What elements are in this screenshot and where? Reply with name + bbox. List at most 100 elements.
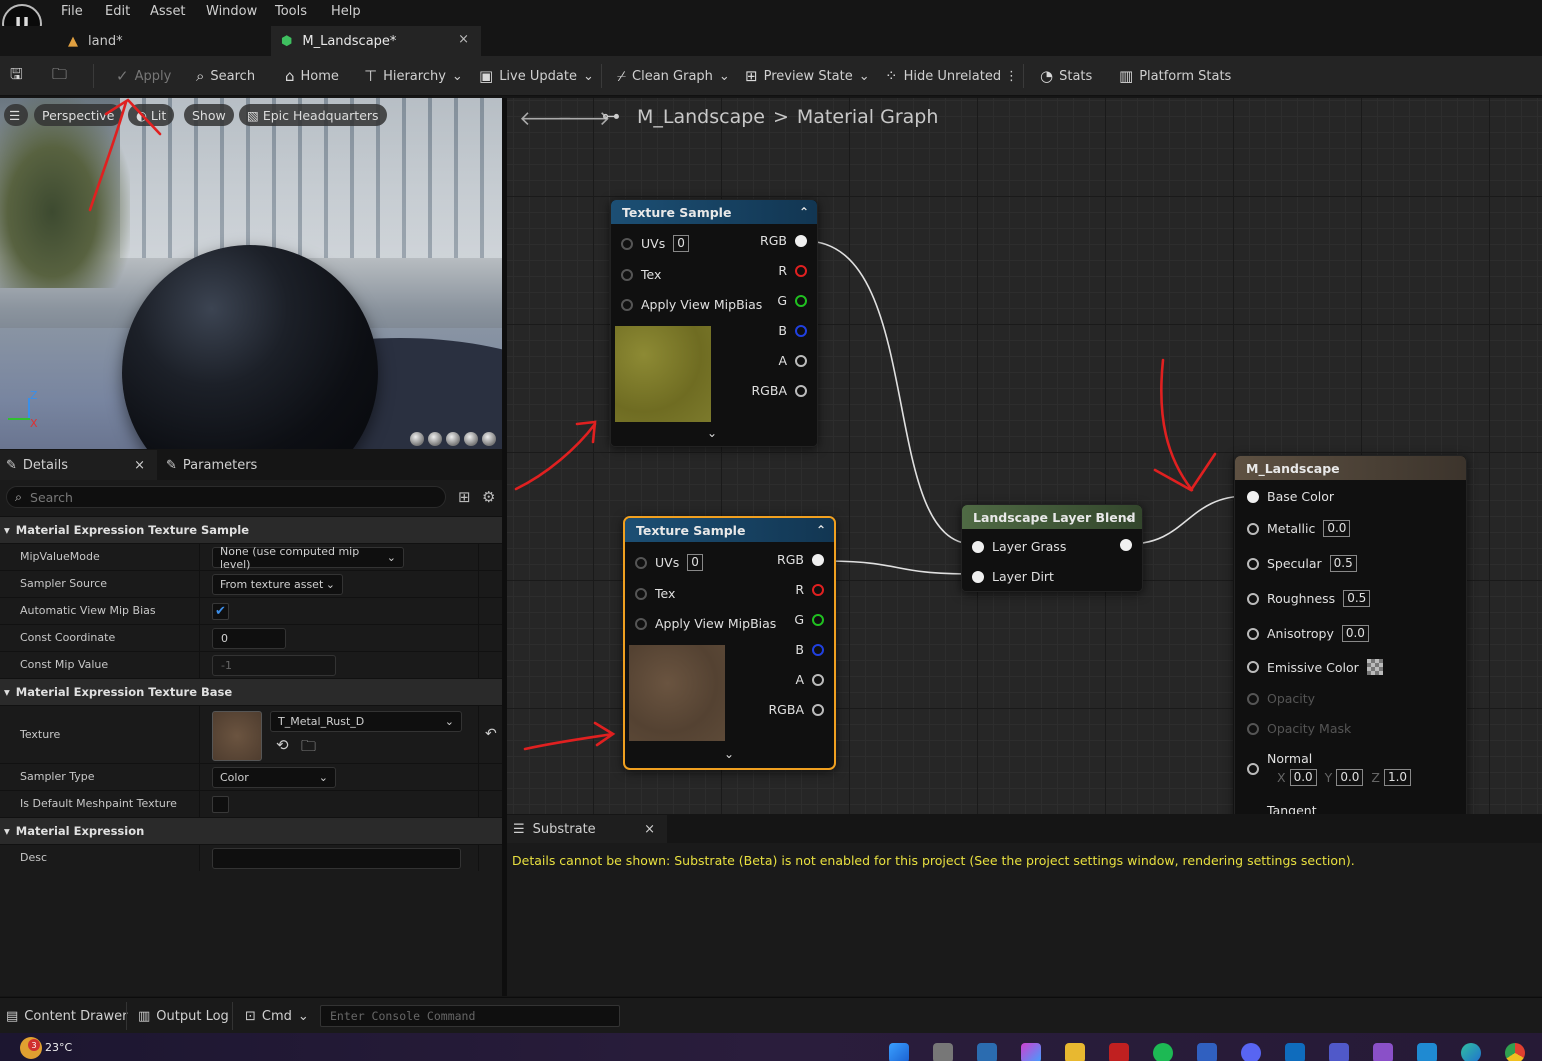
mip-value-mode-combo[interactable]: None (use computed mip level) ⌄ [212,545,404,571]
visual-studio-icon[interactable] [1373,1043,1393,1061]
hide-unrelated-button[interactable]: ⁘ Hide Unrelated [885,56,1001,96]
save-button[interactable]: 🖫 [10,56,23,96]
output-pin-icon[interactable] [812,673,824,686]
input-pin-icon[interactable] [1247,522,1259,535]
pin-apply-view-mipbias[interactable]: Apply View MipBias [635,616,776,631]
pin-tex[interactable]: Tex [635,586,675,601]
out-pin-r[interactable]: R [778,263,807,278]
show-button[interactable]: Show [184,104,234,126]
const-mip-value-input[interactable]: -1 [212,655,336,676]
viewport-options-button[interactable]: ☰ [4,104,28,126]
collapse-caret-icon[interactable]: ⌃ [816,523,826,537]
material-result-node[interactable]: M_Landscape Base Color Metallic 0.0 Specu… [1234,455,1467,814]
out-pin-b[interactable]: B [778,323,807,338]
normal-z-value[interactable]: 1.0 [1383,769,1412,786]
uv-index-value[interactable]: 0 [687,554,703,571]
output-pin-green-icon[interactable] [795,294,807,307]
browse-asset-icon[interactable]: 🗀 [301,736,316,761]
roughness-value[interactable]: 0.5 [1343,590,1371,607]
texture-sample-title[interactable]: Texture Sample ⌃ [611,200,817,224]
menu-window[interactable]: Window [206,4,257,19]
preview-mesh-icon[interactable] [482,432,496,446]
input-pin-icon[interactable] [1247,557,1259,570]
more-options-button[interactable]: ⋮ [1005,56,1018,96]
input-pin-white-icon[interactable] [972,540,984,553]
out-pin-g[interactable]: G [777,293,807,308]
vscode-icon[interactable] [1417,1043,1437,1061]
preview-cube-icon[interactable] [464,432,478,446]
input-pin-icon[interactable] [621,298,633,311]
tab-substrate-close-icon[interactable]: × [644,822,655,837]
section-texture-sample[interactable]: ▾ Material Expression Texture Sample [0,516,502,543]
preview-cylinder-icon[interactable] [410,432,424,446]
out-pin-rgba[interactable]: RGBA [752,383,807,398]
texture-sample-node-grass[interactable]: Texture Sample ⌃ UVs 0 Tex Apply View Mip… [610,199,818,447]
chrome-icon[interactable] [1505,1043,1525,1061]
section-texture-base[interactable]: ▾ Material Expression Texture Base [0,678,502,705]
widgets-icon[interactable] [977,1043,997,1061]
gear-icon[interactable]: ⚙ [482,488,495,506]
input-pin-icon[interactable] [1247,661,1259,673]
clean-graph-dropdown[interactable]: ⌿ Clean Graph ⌄ [617,56,730,96]
property-matrix-icon[interactable]: ⊞ [458,488,471,506]
tab-parameters[interactable]: ✎ Parameters [162,450,257,480]
input-pin-icon[interactable] [1247,763,1259,775]
input-pin-icon[interactable] [1247,627,1259,640]
uv-index-value[interactable]: 0 [673,235,689,252]
chevron-down-icon[interactable]: ⌄ [1124,510,1134,524]
tab-substrate[interactable]: ☰ Substrate × [507,815,667,843]
cmd-dropdown[interactable]: ⊡ Cmd ⌄ [245,998,309,1034]
pin-uvs[interactable]: UVs 0 [635,554,703,571]
pin-layer-grass[interactable]: Layer Grass [972,539,1066,554]
tab-land[interactable]: ▲ land* [62,26,267,56]
output-pin-blue-icon[interactable] [795,324,807,337]
preview-state-dropdown[interactable]: ⊞ Preview State ⌄ [745,56,870,96]
anisotropy-value[interactable]: 0.0 [1341,625,1369,642]
file-explorer-icon[interactable] [1065,1043,1085,1061]
out-pin-blend[interactable] [1120,539,1132,551]
result-node-title[interactable]: M_Landscape [1235,456,1466,480]
home-button[interactable]: ⌂ Home [285,56,339,96]
tab-details-close-icon[interactable]: × [134,458,145,473]
menu-asset[interactable]: Asset [150,4,186,19]
stats-button[interactable]: ◔ Stats [1040,56,1092,96]
output-pin-icon[interactable] [795,384,807,397]
content-drawer-button[interactable]: ▤ Content Drawer [6,998,127,1034]
menu-help[interactable]: Help [331,4,361,19]
menu-edit[interactable]: Edit [105,4,130,19]
pin-anisotropy[interactable]: Anisotropy 0.0 [1247,625,1369,642]
const-coordinate-input[interactable]: 0 [212,628,286,649]
environment-button[interactable]: ▧ Epic Headquarters [239,104,387,126]
platform-stats-button[interactable]: ▥ Platform Stats [1119,56,1231,96]
collapse-caret-icon[interactable]: ⌃ [799,205,809,219]
hierarchy-dropdown[interactable]: ⊤ Hierarchy ⌄ [364,56,463,96]
spotify-icon[interactable] [1153,1043,1173,1061]
pin-normal[interactable] [1247,763,1259,775]
texture-thumbnail[interactable] [212,711,262,761]
app-red-icon[interactable] [1109,1043,1129,1061]
input-pin-white-icon[interactable] [1247,490,1259,503]
powershell-icon[interactable] [1197,1043,1217,1061]
apply-button[interactable]: ✓ Apply [116,56,171,96]
out-pin-b[interactable]: B [795,642,824,657]
input-pin-icon[interactable] [635,556,647,569]
input-pin-icon[interactable] [621,268,633,281]
input-pin-icon[interactable] [1247,722,1259,735]
sampler-type-combo[interactable]: Color ⌄ [212,767,336,788]
menu-tools[interactable]: Tools [275,4,307,19]
input-pin-icon[interactable] [635,617,647,630]
pin-opacity[interactable]: Opacity [1247,691,1315,706]
out-pin-rgba[interactable]: RGBA [769,702,824,717]
out-pin-a[interactable]: A [778,353,807,368]
expand-caret-icon[interactable]: ⌄ [724,747,734,761]
copilot-icon[interactable] [1021,1043,1041,1061]
texture-sample-node-dirt[interactable]: Texture Sample ⌃ UVs 0 Tex Apply View Mip… [623,516,836,770]
lit-button[interactable]: ◐ Lit [128,104,175,126]
reset-to-default-icon[interactable]: ↶ [485,726,497,742]
output-pin-icon[interactable] [812,703,824,716]
emissive-color-swatch[interactable] [1366,659,1383,675]
input-pin-icon[interactable] [1247,592,1259,605]
console-command-input[interactable]: Enter Console Command [320,1005,620,1027]
pin-opacity-mask[interactable]: Opacity Mask [1247,721,1351,736]
output-pin-white-icon[interactable] [795,234,807,247]
